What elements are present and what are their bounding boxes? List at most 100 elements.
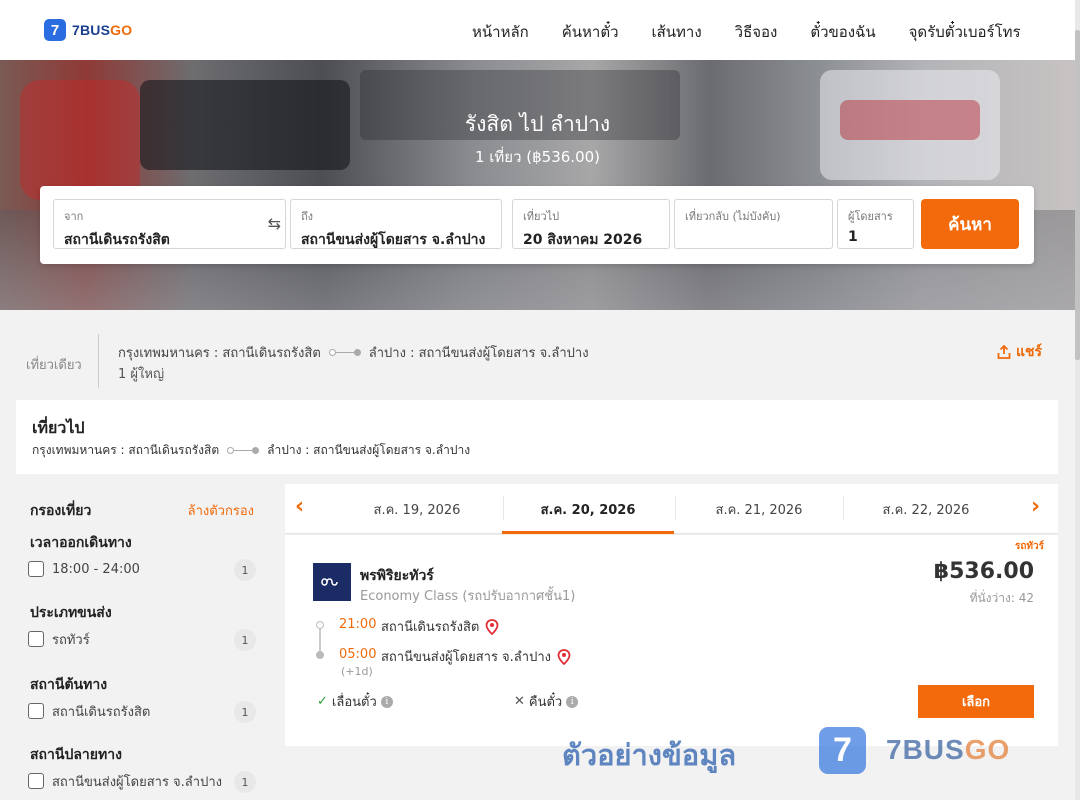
filter-count-badge: 1: [234, 771, 256, 793]
filter-group-title: ประเภทขนส่ง: [30, 605, 112, 621]
trip-result-card: รถทัวร์ พรพิริยะทัวร์ Economy Class (รถป…: [285, 534, 1058, 746]
from-value: สถานีเดินรถรังสิต: [64, 232, 170, 248]
checkbox[interactable]: [28, 773, 44, 789]
reschedule-policy[interactable]: ✓ เลื่อนตั๋ว i: [317, 691, 393, 712]
info-icon[interactable]: i: [566, 695, 579, 708]
departure-station[interactable]: สถานีเดินรถรังสิต: [381, 616, 499, 637]
filter-group-title: สถานีปลายทาง: [30, 747, 122, 763]
share-label: แชร์: [1016, 344, 1043, 360]
return-date-field[interactable]: เที่ยวกลับ (ไม่บังคับ): [674, 199, 833, 249]
chevron-right-icon[interactable]: ›: [1031, 494, 1040, 519]
seats-available: ที่นั่งว่าง: 42: [969, 591, 1034, 605]
chevron-left-icon[interactable]: ‹: [295, 494, 304, 519]
nav-how-to-book[interactable]: วิธีจอง: [735, 20, 778, 44]
filter-option-origin-station[interactable]: สถานีเดินรถรังสิต 1: [28, 699, 256, 723]
outbound-title: เที่ยวไป: [32, 418, 85, 437]
date-tab[interactable]: ส.ค. 19, 2026: [331, 484, 503, 534]
passenger-label: ผู้โดยสาร: [848, 210, 893, 223]
watermark-text: ตัวอย่างข้อมูล: [562, 738, 737, 772]
filter-option-transport-type[interactable]: รถทัวร์ 1: [28, 627, 256, 651]
infinity-icon: [321, 578, 338, 586]
share-button[interactable]: แชร์: [996, 341, 1042, 363]
to-field[interactable]: ถึง สถานีขนส่งผู้โดยสาร จ.ลำปาง: [290, 199, 502, 249]
from-label: จาก: [64, 210, 84, 223]
timeline-dot: [316, 621, 324, 629]
filter-group-title: เวลาออกเดินทาง: [30, 535, 132, 551]
map-pin-icon[interactable]: [485, 618, 499, 635]
scrollbar-thumb[interactable]: [1075, 30, 1080, 360]
filter-option-label: สถานีเดินรถรังสิต: [52, 704, 151, 720]
fare-price: ฿536.00: [933, 559, 1034, 584]
operator-logo: [313, 563, 351, 601]
check-icon: ✓: [317, 694, 328, 709]
info-icon[interactable]: i: [380, 695, 393, 708]
nav-routes[interactable]: เส้นทาง: [652, 20, 702, 44]
outbound-origin: กรุงเทพมหานคร : สถานีเดินรถรังสิต: [32, 443, 220, 457]
depart-date-field[interactable]: เที่ยวไป 20 สิงหาคม 2026: [512, 199, 670, 249]
return-label: เที่ยวกลับ (ไม่บังคับ): [685, 210, 781, 223]
select-trip-button[interactable]: เลือก: [918, 685, 1034, 718]
arrival-station[interactable]: สถานีขนส่งผู้โดยสาร จ.ลำปาง: [381, 646, 571, 667]
outbound-route: กรุงเทพมหานคร : สถานีเดินรถรังสิต ลำปาง …: [32, 441, 470, 460]
reschedule-label: เลื่อนตั๋ว: [331, 695, 377, 710]
filter-count-badge: 1: [234, 701, 256, 723]
search-panel: จาก สถานีเดินรถรังสิต ⇆ ถึง สถานีขนส่งผู…: [40, 186, 1034, 264]
summary-passengers: 1 ผู้ใหญ่: [118, 367, 165, 382]
route-title: รังสิต ไป ลำปาง: [464, 112, 611, 136]
filter-count-badge: 1: [234, 629, 256, 651]
logo-badge: 7: [44, 19, 66, 41]
summary-route: กรุงเทพมหานคร : สถานีเดินรถรังสิต ลำปาง …: [118, 342, 589, 363]
checkbox[interactable]: [28, 561, 44, 577]
nav-home[interactable]: หน้าหลัก: [472, 20, 529, 44]
filter-option-departure-time[interactable]: 18:00 - 24:00 1: [28, 557, 256, 581]
watermark-logo-badge: 7: [819, 727, 866, 774]
logo-wordmark: 7BUSGO: [72, 22, 133, 38]
date-selector: ‹ ส.ค. 19, 2026 ส.ค. 20, 2026 ส.ค. 21, 2…: [285, 484, 1058, 534]
map-pin-icon[interactable]: [557, 648, 571, 665]
next-day-indicator: (+1d): [341, 665, 373, 678]
departure-station-label: สถานีเดินรถรังสิต: [381, 620, 480, 635]
passenger-value: 1: [848, 229, 858, 245]
filter-option-label: สถานีขนส่งผู้โดยสาร จ.ลำปาง: [52, 774, 222, 790]
filter-count-badge: 1: [234, 559, 256, 581]
to-label: ถึง: [301, 210, 314, 223]
nav-pickup-points[interactable]: จุดรับตั๋วเบอร์โทร: [909, 20, 1021, 44]
date-tab[interactable]: ส.ค. 21, 2026: [673, 484, 845, 534]
nav-search-tickets[interactable]: ค้นหาตั๋ว: [562, 20, 619, 44]
route-connector-icon: [328, 349, 361, 356]
filter-option-destination-station[interactable]: สถานีขนส่งผู้โดยสาร จ.ลำปาง 1: [28, 769, 256, 793]
cross-icon: ✕: [514, 694, 525, 709]
clear-filters-link[interactable]: ล้างตัวกรอง: [188, 500, 254, 521]
to-value: สถานีขนส่งผู้โดยสาร จ.ลำปาง: [301, 232, 486, 248]
nav-my-tickets[interactable]: ตั๋วของฉัน: [810, 20, 875, 44]
watermark-brand: 7BUSGO: [886, 734, 1011, 765]
outbound-destination: ลำปาง : สถานีขนส่งผู้โดยสาร จ.ลำปาง: [267, 443, 471, 457]
date-tab[interactable]: ส.ค. 22, 2026: [840, 484, 1012, 534]
checkbox[interactable]: [28, 631, 44, 647]
search-button[interactable]: ค้นหา: [921, 199, 1019, 249]
depart-value: 20 สิงหาคม 2026: [523, 232, 643, 248]
hero-banner: รังสิต ไป ลำปาง 1 เที่ยว (฿536.00): [0, 60, 1075, 310]
checkbox[interactable]: [28, 703, 44, 719]
swap-icon[interactable]: ⇆: [268, 214, 281, 233]
refund-policy[interactable]: ✕ คืนตั๋ว i: [514, 691, 579, 712]
transport-type-tag: รถทัวร์: [1014, 541, 1044, 552]
passenger-field[interactable]: ผู้โดยสาร 1: [837, 199, 914, 249]
date-tab-active[interactable]: ส.ค. 20, 2026: [502, 484, 674, 534]
timeline-dot: [316, 651, 324, 659]
seat-class: Economy Class (รถปรับอากาศชั้น1): [360, 589, 576, 604]
main-nav: หน้าหลัก ค้นหาตั๋ว เส้นทาง วิธีจอง ตั๋วข…: [472, 20, 1021, 44]
operator-name: พรพิริยะทัวร์: [360, 568, 434, 584]
arrival-station-label: สถานีขนส่งผู้โดยสาร จ.ลำปาง: [381, 650, 551, 665]
site-logo[interactable]: 7 7BUSGO: [44, 19, 132, 41]
divider: [98, 334, 99, 388]
top-header: 7 7BUSGO หน้าหลัก ค้นหาตั๋ว เส้นทาง วิธี…: [0, 0, 1080, 60]
trip-summary: เที่ยวเดียว กรุงเทพมหานคร : สถานีเดินรถร…: [0, 310, 1075, 400]
filter-option-label: 18:00 - 24:00: [52, 561, 140, 577]
summary-destination: ลำปาง : สถานีขนส่งผู้โดยสาร จ.ลำปาง: [368, 346, 589, 361]
trip-type: เที่ยวเดียว: [26, 358, 82, 373]
from-field[interactable]: จาก สถานีเดินรถรังสิต ⇆: [53, 199, 286, 249]
route-subtitle: 1 เที่ยว (฿536.00): [474, 148, 601, 166]
filter-group-title: สถานีต้นทาง: [30, 677, 108, 693]
filter-option-label: รถทัวร์: [52, 632, 90, 648]
